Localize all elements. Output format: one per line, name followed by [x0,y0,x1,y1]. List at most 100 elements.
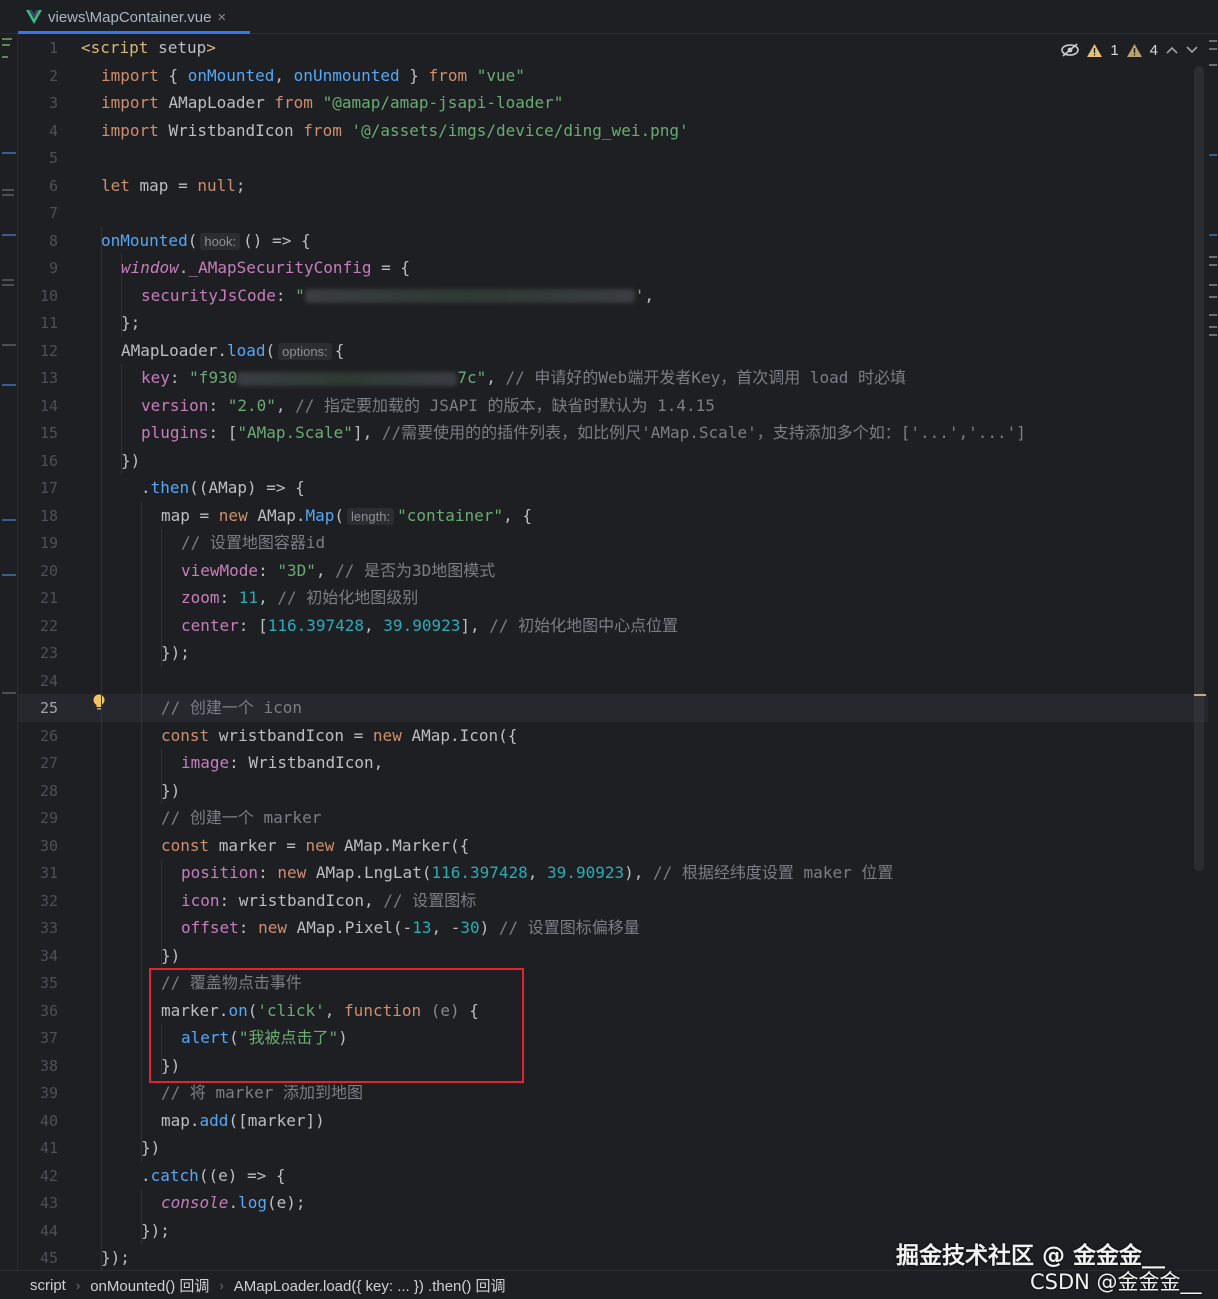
code-token: ], [352,423,382,442]
weak-warning-icon [1126,43,1142,57]
code-token: // 将 marker 添加到地图 [161,1083,363,1102]
code-token: , [315,560,336,580]
code-token: AMapLoader [168,93,275,112]
line-number: 29 [39,809,58,827]
code-token: const [161,835,219,855]
error-stripe[interactable] [1208,34,1218,1270]
code-line: // 将 marker 添加到地图 [161,1079,363,1107]
code-line: key: "f930 7c", // 申请好的Web端开发者Key，首次调用 lo… [141,364,906,392]
code-line: map = new AMap.Map(length: "container", { [161,502,532,530]
left-tool-strip [0,34,18,1270]
crumb-script[interactable]: script [20,1277,76,1294]
code-token: position [181,863,259,882]
code-token: } [399,65,429,85]
code-token: window [121,258,179,277]
code-token: '@/assets/imgs/device/ding_wei.png' [351,120,689,140]
code-token: ) [479,918,499,937]
watermark-csdn: CSDN @金金金__ [1030,1270,1202,1294]
line-number: 10 [39,286,58,305]
code-line: version: "2.0", // 指定要加载的 JSAPI 的版本，缺省时默… [141,392,715,420]
code-token: then [150,478,190,497]
code-line: }); [141,1217,170,1245]
code-token: ], [460,615,490,635]
code-token: plugins [141,423,209,442]
code-token: , [644,285,655,305]
lightbulb-icon[interactable] [92,694,106,712]
parameter-hint: options: [278,342,332,360]
reader-mode-eye-icon[interactable] [1061,43,1080,57]
code-token: > [206,38,216,57]
code-token: , [486,368,506,387]
code-line: import AMapLoader from "@amap/amap-jsapi… [101,89,563,117]
line-number: 4 [48,121,58,140]
code-token: setup [158,38,207,57]
code-token: "AMap.Scale" [237,423,353,442]
code-token: from [428,65,477,85]
line-number: 34 [39,946,58,965]
vertical-scrollbar[interactable] [1194,66,1204,871]
code-token: 30 [460,918,480,937]
code-token: center [181,615,239,635]
code-token: : [238,918,259,937]
line-number: 17 [39,479,58,497]
crumb-then-callback[interactable]: AMapLoader.load({ key: ... }) .then() 回调 [224,1275,516,1296]
code-token: import [101,120,169,140]
code-editor[interactable]: 1 2 3 4 5 6 7 8 9 10 11 12 13 14 15 16 17 18 19 20 21 22 23 24 2… [18,34,1208,1272]
code-token: ((e) => { [198,1165,286,1185]
code-token: . [141,478,151,497]
code-token: { [334,340,345,360]
annotation-highlight-box [149,968,524,1083]
indent-guide [141,501,142,1162]
line-number: 26 [39,726,58,745]
code-line: map.add([marker]) [161,1107,325,1135]
code-token: }); [141,1220,170,1240]
code-line: center: [116.397428, 39.90923], // 初始化地图… [181,612,678,640]
line-number: 20 [39,561,58,580]
tab-close-icon[interactable]: × [217,9,226,26]
line-number: 22 [39,616,58,635]
code-line: const wristbandIcon = new AMap.Icon({ [161,722,517,750]
tab-mapcontainer[interactable]: views\MapContainer.vue × [18,0,234,34]
code-line: }) [161,942,180,970]
code-token: AMap.Pixel(- [296,918,413,937]
code-token: // 根据经纬度设置 maker 位置 [653,863,894,882]
line-number: 32 [39,891,58,910]
watermark-juejin: 掘金技术社区 @ 金金金__ [896,1243,1166,1269]
code-token: console [161,1193,229,1212]
previous-problem-icon[interactable] [1166,45,1178,55]
inspection-widget[interactable]: 1 4 [1061,38,1198,62]
code-token: ( [187,230,198,250]
code-token: version [141,395,209,415]
code-token: import [101,65,169,85]
code-token: 13 [412,918,432,937]
code-line: import WristbandIcon from '@/assets/imgs… [101,117,689,145]
crumb-onmounted[interactable]: onMounted() 回调 [80,1275,219,1296]
code-token: ), [624,863,654,882]
code-token: "3D" [277,560,316,580]
code-token: add [199,1110,229,1130]
code-line: zoom: 11, // 初始化地图级别 [181,584,418,612]
code-token: // 设置图标 [383,890,477,910]
code-token: 11 [238,588,259,607]
code-token: . [178,258,189,277]
next-problem-icon[interactable] [1186,45,1198,55]
code-token: onUnmounted [293,65,400,85]
code-token: catch [150,1165,199,1185]
line-number: 16 [39,451,58,470]
line-number: 38 [39,1056,58,1075]
code-token: ; [235,175,246,195]
code-token: // 创建一个 marker [161,808,322,827]
code-token: "@amap/amap-jsapi-loader" [322,93,564,112]
code-token: , [275,395,296,415]
breadcrumb: script › onMounted() 回调 › AMapLoader.loa… [20,1275,516,1296]
code-token: viewMode [181,560,259,580]
line-number: 7 [48,204,58,222]
code-token: = { [371,258,410,277]
code-line: image: WristbandIcon, [181,749,383,777]
parameter-hint: length: [347,507,395,525]
code-token: AMapLoader. [121,340,227,360]
code-token: "2.0" [227,395,276,415]
code-line: onMounted(hook:() => { [101,227,311,255]
code-token: , [527,863,548,882]
code-token: , [364,615,384,635]
